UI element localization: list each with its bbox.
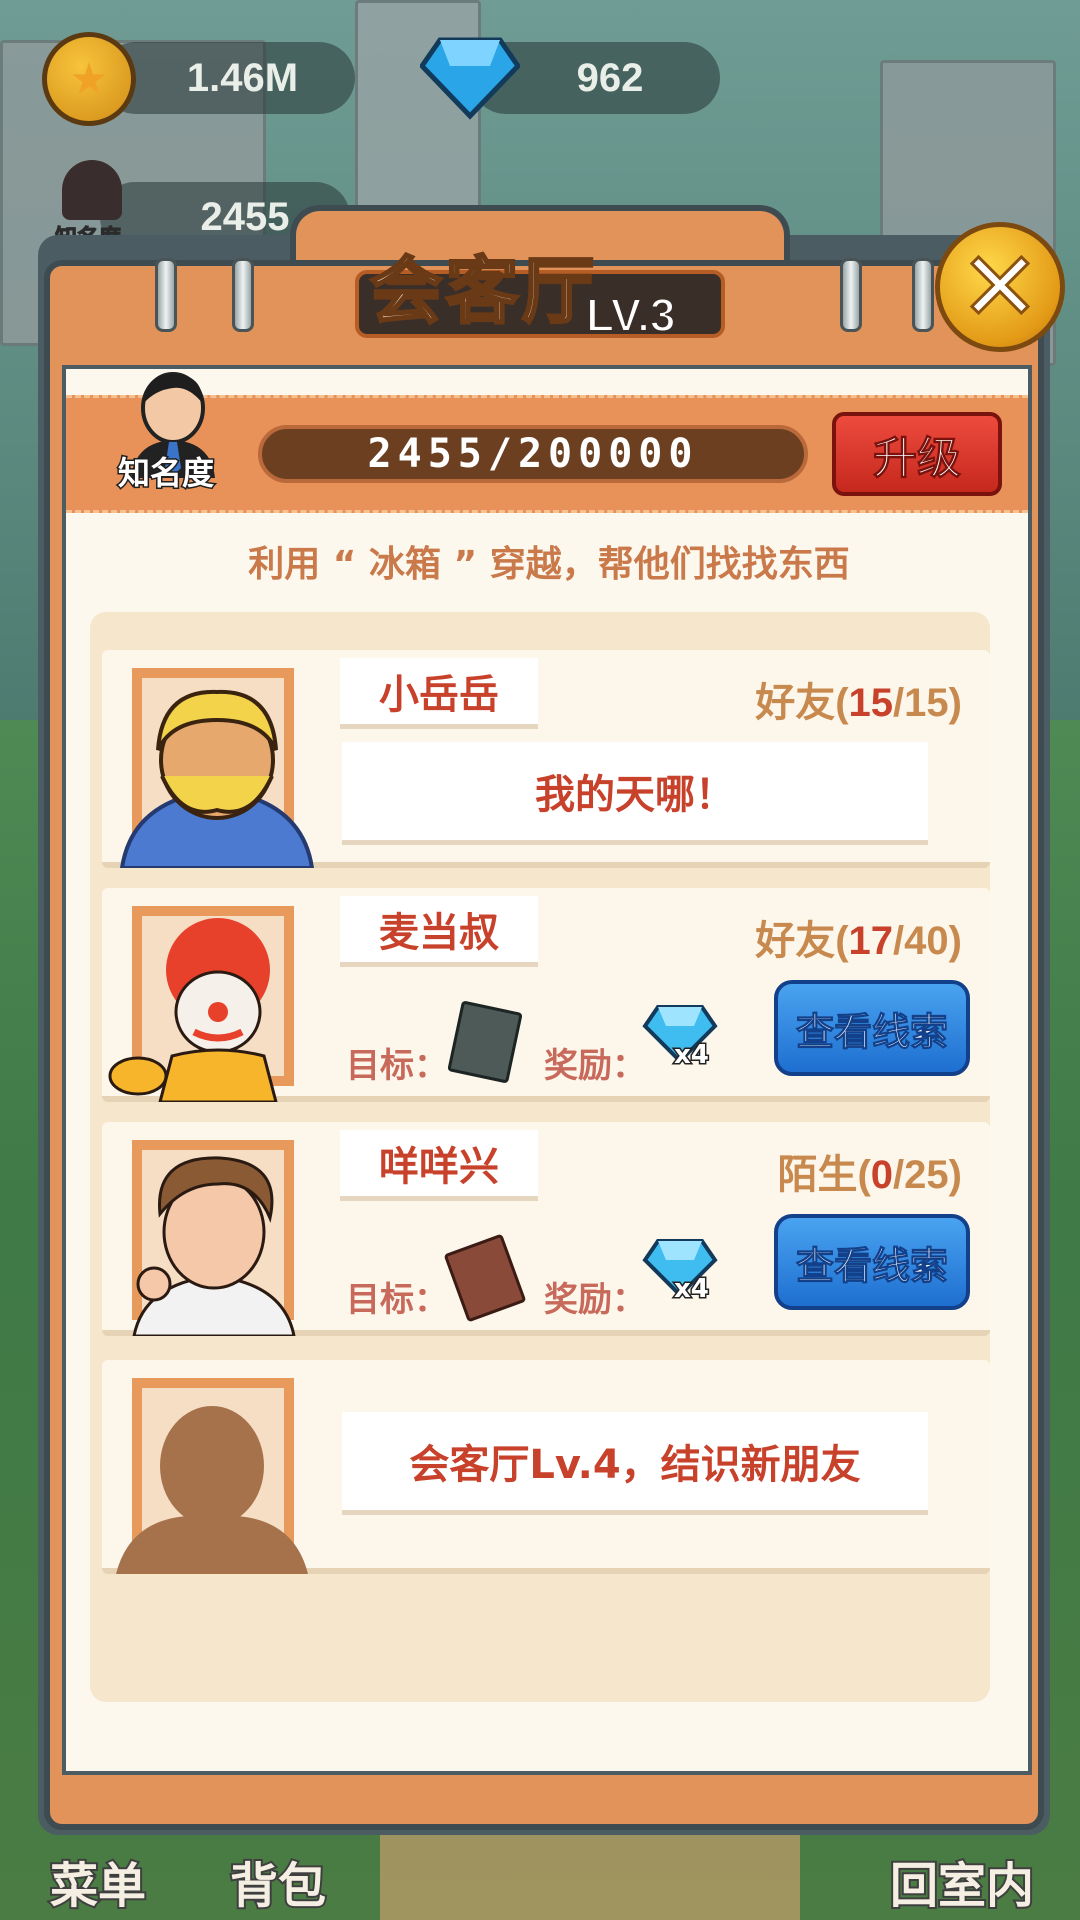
close-icon: ✕ [958, 231, 1041, 343]
binder-ring [232, 258, 254, 332]
character-card: 小岳岳 好友(15/15) 我的天哪！ [102, 650, 990, 868]
close-button[interactable]: ✕ [935, 222, 1065, 352]
target-label: 目标： [346, 1280, 448, 1320]
upgrade-button[interactable]: 升级 [832, 412, 1002, 496]
speech-text: 我的天哪！ [535, 772, 735, 818]
fame-value: 2455 [200, 194, 290, 239]
silhouette-portrait [116, 1406, 308, 1574]
panel-level: LV.3 [585, 288, 677, 342]
reward-count: x4 [673, 1273, 711, 1306]
view-clue-button[interactable]: 查看线索 [774, 980, 970, 1076]
character-card: 咩咩兴 陌生(0/25) 目标： 奖励： x4 查看线索 [102, 1122, 990, 1336]
coin-value: 1.46M [186, 55, 299, 100]
locked-message-bubble: 会客厅Lv.4，结识新朋友 [342, 1412, 928, 1515]
status-current: 0 [870, 1153, 894, 1197]
binder-ring [840, 258, 862, 332]
character-name: 小岳岳 [340, 658, 538, 729]
character-portrait [108, 918, 278, 1102]
status-word: 陌生 [777, 1153, 858, 1197]
reward-label: 奖励： [544, 1280, 646, 1320]
character-card: 麦当叔 好友(17/40) 目标： 奖励： x4 查看线索 [102, 888, 990, 1102]
status-total: 40 [904, 919, 949, 963]
status-current: 17 [848, 919, 894, 963]
hint-text: 利用 “ 冰箱 ” 穿越，帮他们找找东西 [248, 544, 850, 585]
fame-progress-bar: 2455/200000 [258, 425, 808, 483]
character-portrait [132, 1156, 296, 1336]
locked-character-card: 会客厅Lv.4，结识新朋友 [102, 1360, 990, 1574]
target-book-icon [447, 1000, 523, 1084]
panel-title: 会客厅 [368, 248, 599, 335]
fame-avatar-icon [62, 160, 122, 220]
binder-ring [912, 258, 934, 332]
coin-counter: 1.46M [100, 42, 355, 114]
friendship-status: 好友(17/40) [755, 919, 962, 963]
friendship-status: 好友(15/15) [755, 681, 962, 725]
gem-icon [420, 37, 520, 120]
view-clue-button[interactable]: 查看线索 [774, 1214, 970, 1310]
bag-button[interactable]: 背包 [228, 1846, 328, 1916]
speech-bubble: 我的天哪！ [342, 742, 928, 845]
status-total: 15 [904, 681, 949, 725]
status-word: 好友 [755, 681, 836, 725]
view-clue-label: 查看线索 [795, 1009, 948, 1054]
upgrade-button-label: 升级 [873, 433, 962, 485]
fame-progress-text: 2455/200000 [367, 431, 699, 477]
status-total: 25 [904, 1153, 949, 1197]
status-word: 好友 [755, 919, 836, 963]
target-book-icon [443, 1233, 527, 1323]
gem-value: 962 [576, 55, 644, 100]
fame-label: 知名度 [116, 453, 215, 494]
view-clue-label: 查看线索 [795, 1243, 948, 1288]
character-name: 麦当叔 [340, 896, 538, 967]
locked-message: 会客厅Lv.4，结识新朋友 [409, 1442, 861, 1488]
friendship-status: 陌生(0/25) [777, 1153, 962, 1197]
character-name: 咩咩兴 [340, 1130, 538, 1201]
return-indoor-button[interactable]: 回室内 [888, 1846, 1036, 1916]
status-current: 15 [848, 681, 894, 725]
menu-button[interactable]: 菜单 [48, 1846, 148, 1916]
reward-label: 奖励： [544, 1046, 646, 1086]
binder-ring [155, 258, 177, 332]
reward-count: x4 [673, 1039, 711, 1072]
coin-icon: ★ [42, 32, 136, 126]
target-label: 目标： [346, 1046, 448, 1086]
character-portrait [119, 689, 315, 868]
